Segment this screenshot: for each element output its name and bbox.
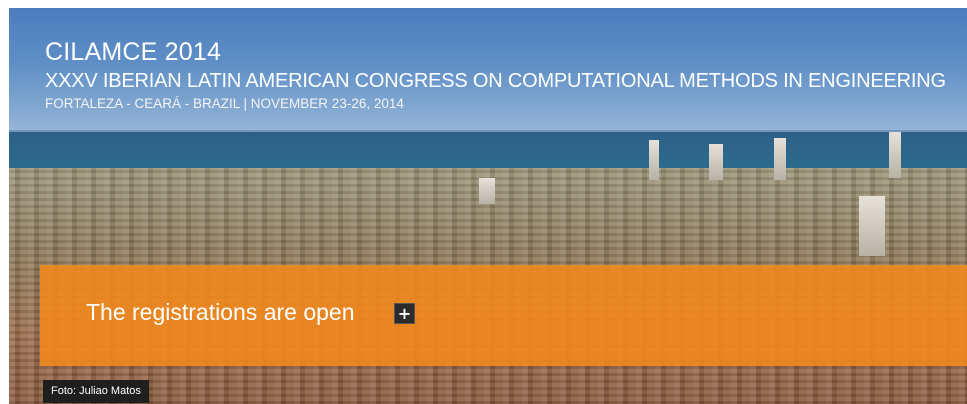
building [774,138,786,180]
conference-location-date: FORTALEZA - CEARÁ - BRAZIL | NOVEMBER 23… [45,96,404,111]
registration-overlay[interactable]: The registrations are open + [40,265,967,366]
building [859,196,885,256]
building [889,132,901,178]
photo-credit: Foto: Juliao Matos [43,380,149,403]
plus-icon[interactable]: + [394,303,415,324]
header-banner: CILAMCE 2014 XXXV IBERIAN LATIN AMERICAN… [9,8,967,404]
building [649,140,659,180]
building [709,144,723,180]
registration-text[interactable]: The registrations are open [86,299,355,326]
building [479,178,495,204]
conference-title: CILAMCE 2014 [45,38,222,66]
conference-subtitle: XXXV IBERIAN LATIN AMERICAN CONGRESS ON … [45,70,946,92]
horizon-line [9,130,967,132]
